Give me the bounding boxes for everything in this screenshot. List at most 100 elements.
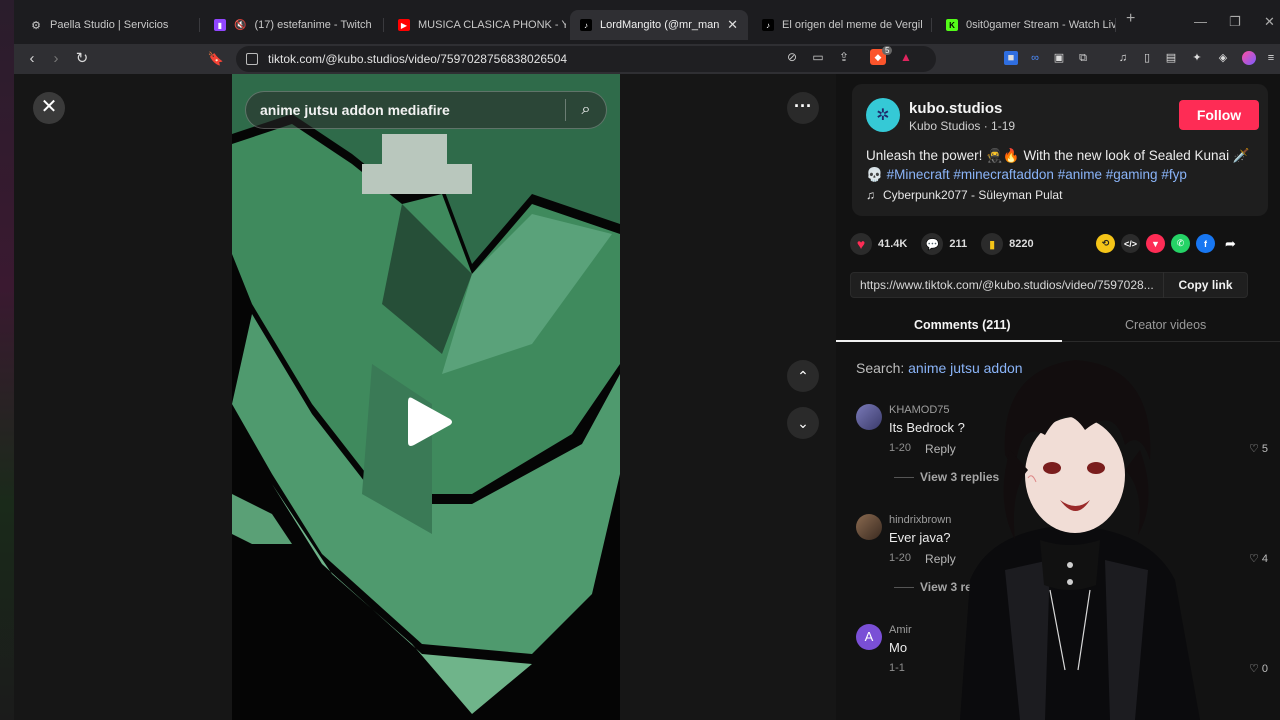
vtuber-avatar-overlay xyxy=(960,360,1200,720)
close-window-icon[interactable]: ✕ xyxy=(1264,14,1275,30)
bookmark-icon[interactable]: 🔖 xyxy=(206,49,226,69)
creator-subtitle: Kubo Studios · 1-19 xyxy=(909,119,1016,133)
back-icon[interactable]: ‹ xyxy=(22,49,42,69)
extension-window-icon[interactable]: ⧉ xyxy=(1076,51,1090,65)
hashtag-minecraftaddon[interactable]: #minecraftaddon xyxy=(953,167,1054,182)
comment-like-count: 4 xyxy=(1261,553,1268,565)
close-video-button[interactable]: ✕ xyxy=(33,92,65,124)
save-count: 8220 xyxy=(1009,238,1034,250)
comment-tabs: Comments (211) Creator videos xyxy=(836,310,1280,342)
tab-strip: ⚙ Paella Studio | Servicios ▮ 🔇 (17) est… xyxy=(14,0,1280,44)
share-icon[interactable]: ⇪ xyxy=(836,49,852,65)
share-arrow-icon[interactable]: ➦ xyxy=(1221,234,1240,253)
search-label: Search: xyxy=(856,360,905,376)
send-icon[interactable]: ▼ xyxy=(1146,234,1165,253)
muted-icon[interactable]: 🔇 xyxy=(234,20,246,31)
leo-ai-icon[interactable]: ✦ xyxy=(1190,51,1204,65)
hashtag-fyp[interactable]: #fyp xyxy=(1161,167,1187,182)
avatar[interactable] xyxy=(856,404,882,430)
embed-icon[interactable]: </> xyxy=(1121,234,1140,253)
heart-outline-icon[interactable]: ♡ xyxy=(1249,553,1259,565)
hashtag-minecraft[interactable]: #Minecraft xyxy=(887,167,950,182)
comment-like[interactable]: ♡ 5 xyxy=(1249,442,1268,455)
comment-stat[interactable]: 💬 211 xyxy=(921,233,967,255)
heart-outline-icon[interactable]: ♡ xyxy=(1249,443,1259,455)
sidebar-icon[interactable]: ▯ xyxy=(1140,51,1154,65)
tab-paella[interactable]: ⚙ Paella Studio | Servicios xyxy=(20,10,200,40)
url-text[interactable]: tiktok.com/@kubo.studios/video/759702875… xyxy=(268,52,567,66)
brave-rewards-icon[interactable]: ▲ xyxy=(898,49,914,65)
facebook-icon[interactable]: f xyxy=(1196,234,1215,253)
wallet-icon[interactable]: ▤ xyxy=(1164,51,1178,65)
browser-window: ⚙ Paella Studio | Servicios ▮ 🔇 (17) est… xyxy=(0,0,1280,720)
tab-tiktok-active[interactable]: ♪ LordMangito (@mr_mangito ✕ xyxy=(570,10,748,40)
share-row: ⟲ </> ▼ ✆ f ➦ xyxy=(1096,234,1240,253)
search-icon[interactable]: ⌕ xyxy=(566,101,606,119)
comment-like[interactable]: ♡ 0 xyxy=(1249,662,1268,675)
heart-outline-icon[interactable]: ♡ xyxy=(1249,663,1259,675)
more-options-button[interactable]: ··· xyxy=(787,92,819,124)
video-search-box[interactable]: anime jutsu addon mediafire ⌕ xyxy=(245,91,607,129)
hashtag-anime[interactable]: #anime xyxy=(1058,167,1102,182)
close-tab-icon[interactable]: ✕ xyxy=(727,17,738,33)
bookmark-save-icon[interactable]: ▮ xyxy=(981,233,1004,255)
twitch-icon: ▮ xyxy=(214,19,226,31)
music-note-icon: ♫ xyxy=(866,188,875,202)
tab-creator-videos[interactable]: Creator videos xyxy=(1125,318,1206,332)
active-tab-underline xyxy=(836,340,1062,342)
kick-icon: K xyxy=(946,19,958,31)
like-stat[interactable]: ♥ 41.4K xyxy=(850,233,907,255)
tab-youtube[interactable]: ▶ MUSICA CLASICA PHONK - YouT xyxy=(388,10,566,40)
heart-icon[interactable]: ♥ xyxy=(850,233,872,255)
profile-icon[interactable] xyxy=(1242,51,1256,65)
search-query-text[interactable]: anime jutsu addon mediafire xyxy=(260,102,565,118)
copy-link-box: https://www.tiktok.com/@kubo.studios/vid… xyxy=(850,272,1248,298)
tab-kick[interactable]: K 0sit0gamer Stream - Watch Live xyxy=(936,10,1116,40)
extension-blue-icon[interactable]: ∞ xyxy=(1028,51,1042,65)
tiktok-icon: ♪ xyxy=(580,19,592,31)
music-row[interactable]: ♫ Cyberpunk2077 - Süleyman Pulat xyxy=(866,188,1062,202)
music-title[interactable]: Cyberpunk2077 - Süleyman Pulat xyxy=(883,188,1062,202)
desktop-background-strip xyxy=(0,0,14,720)
save-stat[interactable]: ▮ 8220 xyxy=(981,233,1034,255)
whatsapp-icon[interactable]: ✆ xyxy=(1171,234,1190,253)
restore-icon[interactable]: ❐ xyxy=(1229,14,1241,30)
vpn-icon[interactable]: ◈ xyxy=(1216,51,1230,65)
play-icon[interactable] xyxy=(406,394,454,450)
like-count: 41.4K xyxy=(878,238,908,250)
creator-avatar[interactable]: ✲ xyxy=(866,98,900,132)
extension-box-icon[interactable]: ▣ xyxy=(1052,51,1066,65)
cast-icon[interactable]: ▭ xyxy=(810,49,826,65)
extension-shield-icon[interactable]: ■ xyxy=(1004,51,1018,65)
tab-label: (17) estefanime - Twitch xyxy=(254,19,372,31)
previous-video-button[interactable]: ⌃ xyxy=(787,360,819,392)
site-info-icon[interactable] xyxy=(246,53,258,65)
next-video-button[interactable]: ⌄ xyxy=(787,407,819,439)
creator-handle[interactable]: kubo.studios xyxy=(909,100,1002,117)
hashtag-gaming[interactable]: #gaming xyxy=(1106,167,1158,182)
tab-twitch[interactable]: ▮ 🔇 (17) estefanime - Twitch xyxy=(204,10,384,40)
tab-label: MUSICA CLASICA PHONK - YouT xyxy=(418,19,566,31)
media-icon[interactable]: ♫ xyxy=(1116,51,1130,65)
comment-like[interactable]: ♡ 4 xyxy=(1249,552,1268,565)
minimize-icon[interactable]: — xyxy=(1194,14,1207,29)
settings-icon: ⚙ xyxy=(31,19,41,32)
comment-icon[interactable]: 💬 xyxy=(921,233,944,255)
tab-comments[interactable]: Comments (211) xyxy=(914,318,1011,332)
new-tab-button[interactable]: + xyxy=(1126,10,1135,28)
avatar[interactable]: A xyxy=(856,624,882,650)
copy-link-button[interactable]: Copy link xyxy=(1163,272,1247,298)
forward-icon[interactable]: › xyxy=(46,49,66,69)
avatar[interactable] xyxy=(856,514,882,540)
video-description: Unleash the power! 🥷🔥 With the new look … xyxy=(866,146,1256,184)
repost-icon[interactable]: ⟲ xyxy=(1096,234,1115,253)
no-access-icon[interactable]: ⊘ xyxy=(784,49,800,65)
tab-tiktok-vergil[interactable]: ♪ El origen del meme de Vergil en xyxy=(752,10,932,40)
browser-toolbar: ‹ › ↻ 🔖 tiktok.com/@kubo.studios/video/7… xyxy=(14,44,1280,74)
menu-icon[interactable]: ≡ xyxy=(1264,51,1278,65)
video-link-text[interactable]: https://www.tiktok.com/@kubo.studios/vid… xyxy=(851,278,1163,292)
follow-button[interactable]: Follow xyxy=(1179,100,1259,130)
youtube-icon: ▶ xyxy=(398,19,410,31)
reload-icon[interactable]: ↻ xyxy=(72,49,92,69)
address-bar[interactable]: tiktok.com/@kubo.studios/video/759702875… xyxy=(236,46,936,72)
